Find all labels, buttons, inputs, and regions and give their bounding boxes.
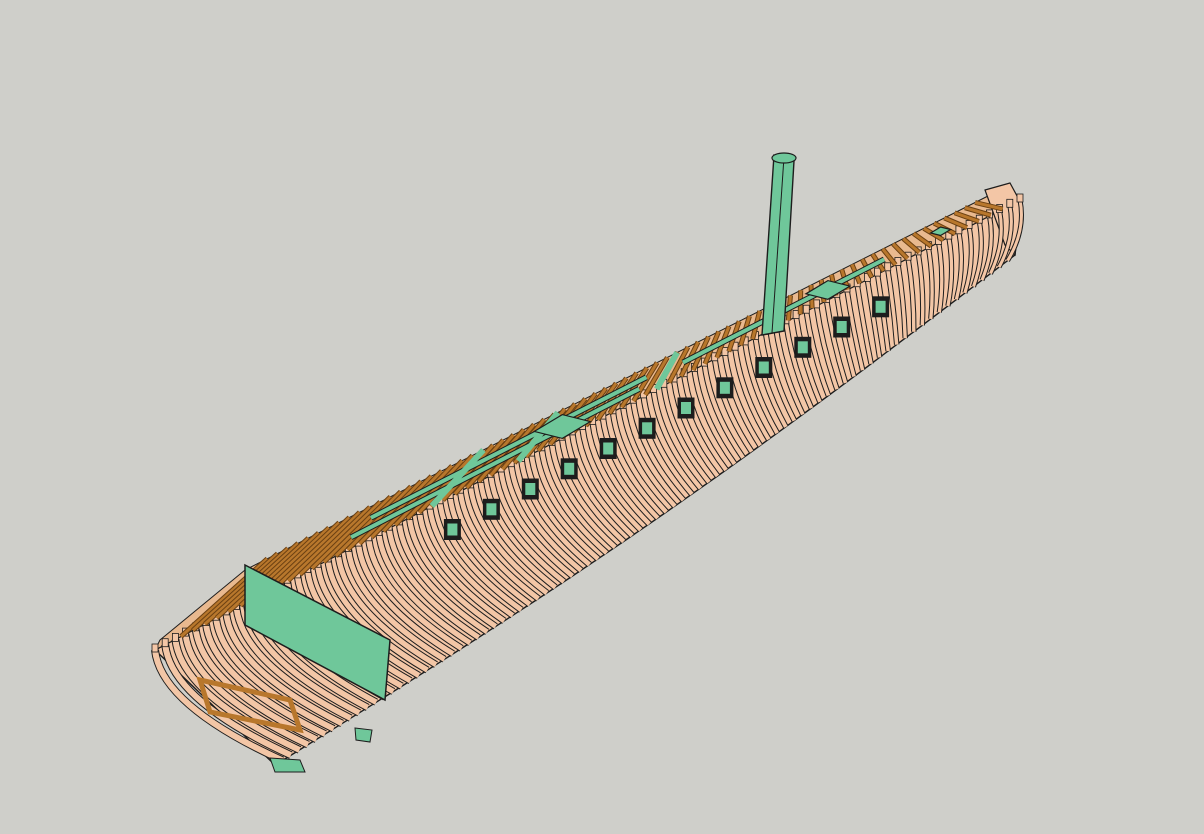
- gun-port-lid: [681, 402, 691, 414]
- gun-port-lid: [486, 503, 497, 516]
- rudder-gudgeon: [269, 757, 306, 773]
- gun-port-lid: [447, 523, 458, 536]
- frame-head: [1016, 193, 1024, 203]
- frame-head: [151, 643, 159, 653]
- 3d-viewport[interactable]: [0, 0, 1204, 834]
- frame-head: [1006, 198, 1014, 208]
- gun-port-lid: [564, 462, 575, 475]
- pintle-fitting: [354, 727, 373, 743]
- mast-top: [771, 152, 797, 164]
- frame-head: [161, 638, 169, 648]
- gun-port-lid: [797, 341, 808, 354]
- gun-port-lid: [603, 442, 614, 455]
- gun-port-lid: [758, 361, 769, 374]
- gun-port-lid: [642, 422, 653, 435]
- frame-head: [171, 633, 179, 642]
- gun-port-lid: [875, 300, 886, 313]
- gun-port-lid: [719, 381, 730, 394]
- frame-head: [802, 304, 810, 314]
- gun-port-lid: [525, 483, 536, 495]
- gun-port-lid: [836, 321, 847, 333]
- ship-model-canvas[interactable]: [0, 0, 1204, 834]
